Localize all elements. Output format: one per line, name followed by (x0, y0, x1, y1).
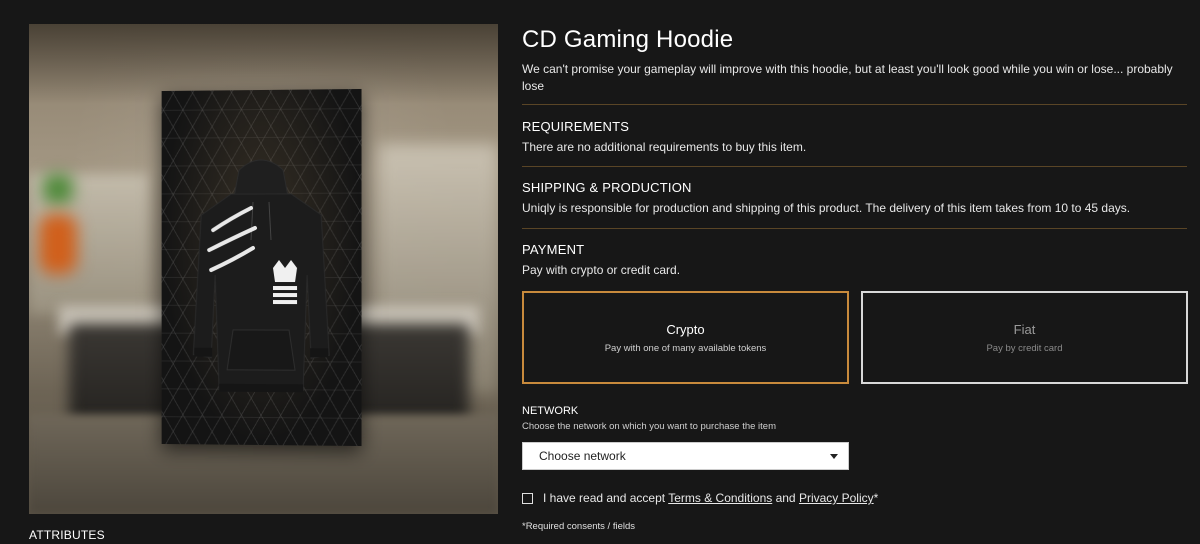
product-title: CD Gaming Hoodie (522, 26, 734, 53)
network-heading: NETWORK (522, 405, 579, 417)
payment-option-fiat[interactable]: Fiat Pay by credit card (861, 291, 1188, 384)
background-decor (43, 174, 73, 204)
consent-row: I have read and accept Terms & Condition… (522, 491, 878, 505)
consent-prefix: I have read and accept (543, 491, 669, 505)
divider (522, 104, 1187, 105)
payment-option-subtitle: Pay by credit card (986, 342, 1063, 354)
network-select[interactable]: Choose network (522, 442, 849, 470)
divider (522, 228, 1187, 229)
consent-checkbox[interactable] (522, 492, 533, 504)
product-page: CD Gaming Hoodie We can't promise your g… (0, 0, 1200, 544)
consent-suffix: * (873, 491, 879, 505)
payment-text: Pay with crypto or credit card. (522, 263, 681, 277)
terms-link[interactable]: Terms & Conditions (668, 491, 772, 505)
payment-option-title: Crypto (666, 321, 705, 337)
product-image[interactable] (29, 24, 498, 514)
shipping-heading: SHIPPING & PRODUCTION (522, 180, 692, 195)
shipping-text: Uniqly is responsible for production and… (522, 201, 1131, 215)
payment-option-title: Fiat (1013, 321, 1036, 337)
payment-option-subtitle: Pay with one of many available tokens (604, 342, 767, 354)
payment-heading: PAYMENT (522, 242, 585, 257)
consent-middle: and (772, 491, 799, 505)
attributes-heading: ATTRIBUTES (29, 528, 105, 542)
hoodie-icon (162, 159, 362, 393)
chevron-down-icon (830, 454, 838, 459)
requirements-heading: REQUIREMENTS (522, 119, 630, 134)
divider (522, 166, 1187, 167)
privacy-policy-link[interactable]: Privacy Policy (799, 491, 874, 505)
network-select-value: Choose network (539, 449, 626, 463)
network-subtitle: Choose the network on which you want to … (522, 421, 777, 432)
payment-option-crypto[interactable]: Crypto Pay with one of many available to… (522, 291, 849, 384)
requirements-text: There are no additional requirements to … (522, 140, 807, 154)
hoodie-card (161, 88, 362, 447)
required-note: *Required consents / fields (522, 521, 636, 532)
product-description: We can't promise your gameplay will impr… (522, 62, 1173, 93)
background-decor (39, 214, 77, 274)
consent-text: I have read and accept Terms & Condition… (543, 491, 878, 505)
